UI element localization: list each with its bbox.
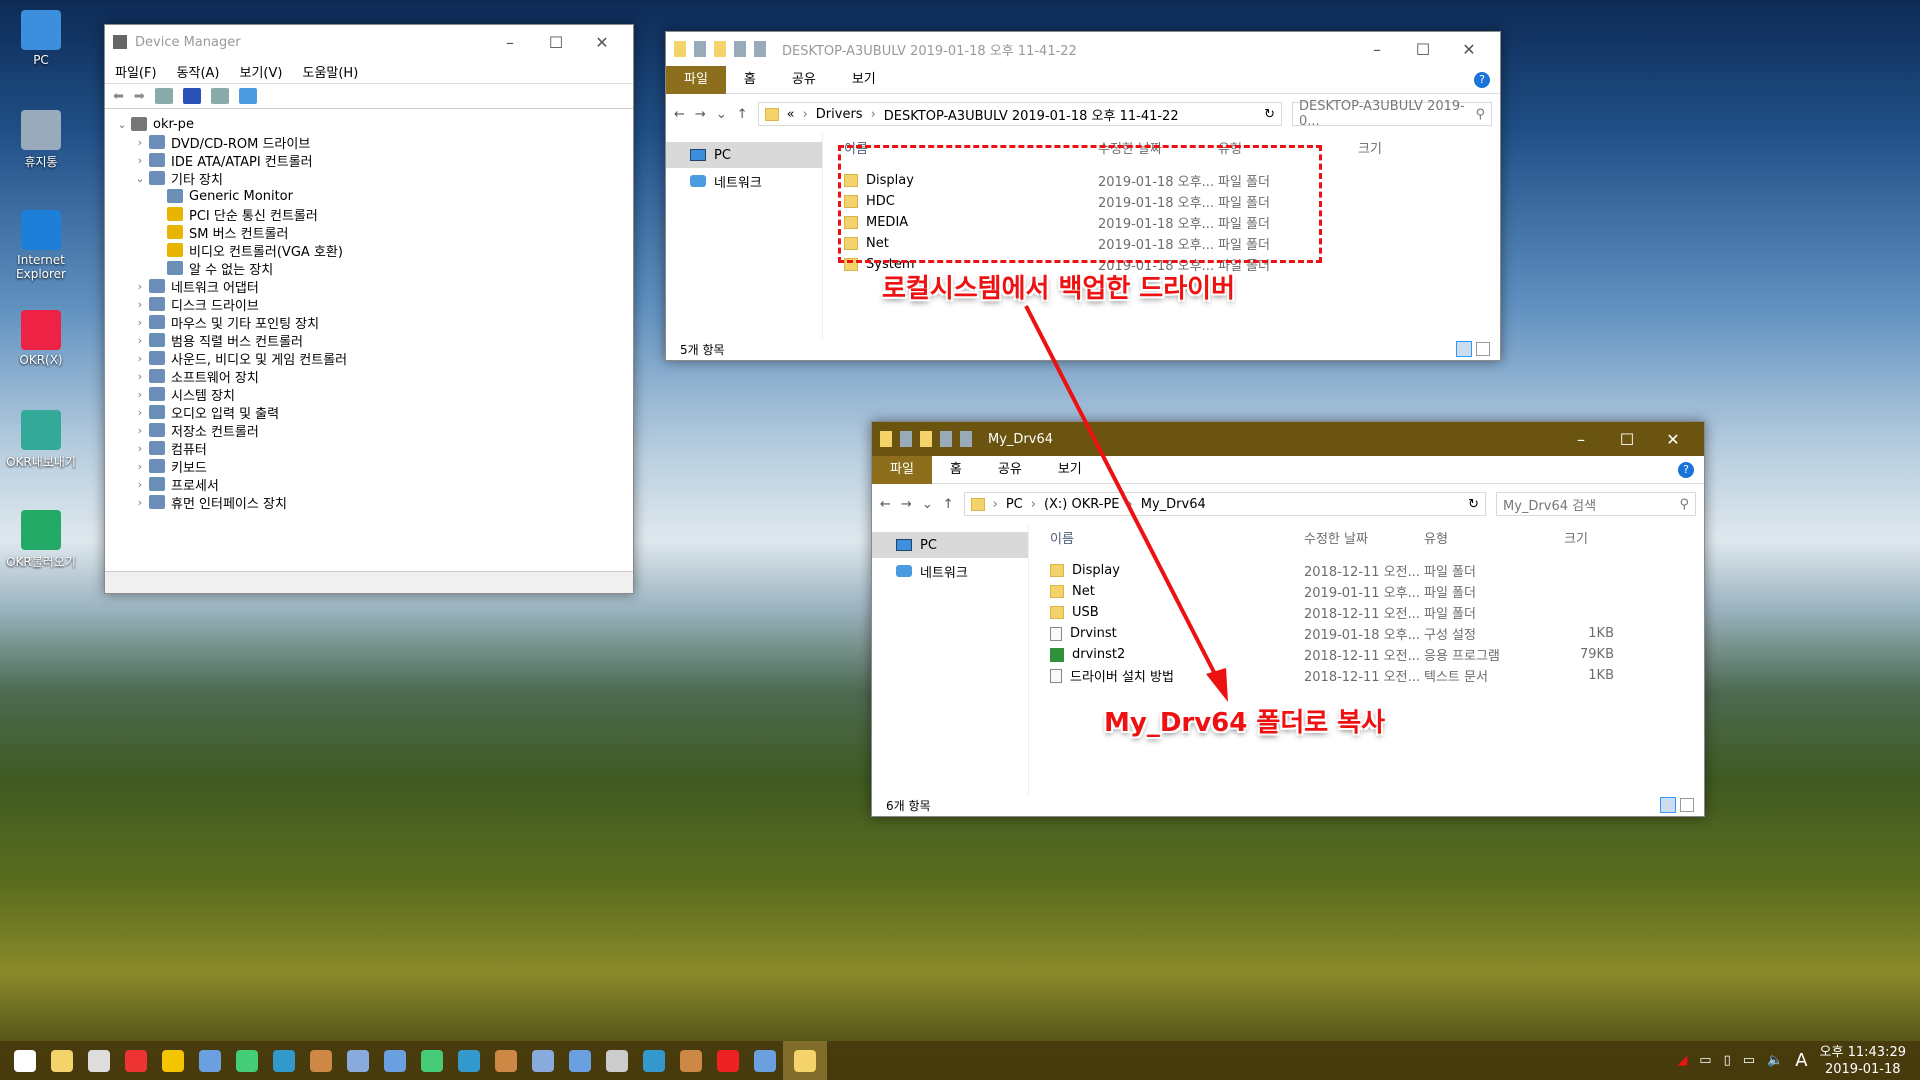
app-icon xyxy=(309,1049,332,1072)
network-status-icon[interactable]: ◢ xyxy=(1677,1053,1687,1068)
app-icon xyxy=(568,1049,591,1072)
taskbar-app[interactable] xyxy=(561,1041,598,1080)
taskbar-app[interactable] xyxy=(487,1041,524,1080)
file-explorer-active-icon xyxy=(794,1049,816,1072)
file-explorer-icon xyxy=(50,1049,73,1072)
taskbar-app[interactable] xyxy=(228,1041,265,1080)
network-icon[interactable]: ▭ xyxy=(1743,1053,1755,1068)
taskbar-app[interactable] xyxy=(746,1041,783,1080)
tools-icon xyxy=(605,1049,628,1072)
capture-icon xyxy=(87,1049,110,1072)
arrow-annotation xyxy=(1024,305,1228,702)
potplayer-icon xyxy=(161,1049,184,1072)
close-red-icon xyxy=(716,1049,739,1072)
taskbar-potplayer[interactable] xyxy=(154,1041,191,1080)
app-icon xyxy=(272,1049,295,1072)
taskbar: ◢ ▭ ▯ ▭ 🔈 A 오후 11:43:29 2019-01-18 xyxy=(0,1041,1920,1080)
clock[interactable]: 오후 11:43:29 2019-01-18 xyxy=(1820,1044,1906,1078)
anydesk-icon xyxy=(124,1049,147,1072)
app-icon xyxy=(494,1049,517,1072)
taskbar-start[interactable] xyxy=(6,1041,43,1080)
app-icon xyxy=(198,1049,221,1072)
app-icon xyxy=(346,1049,369,1072)
app-icon xyxy=(642,1049,665,1072)
app-icon xyxy=(457,1049,480,1072)
taskbar-app[interactable] xyxy=(191,1041,228,1080)
annotation-backup: 로컬시스템에서 백업한 드라이버 xyxy=(882,274,1235,304)
taskbar-anydesk[interactable] xyxy=(117,1041,154,1080)
taskbar-app[interactable] xyxy=(265,1041,302,1080)
app-icon xyxy=(420,1049,443,1072)
app-icon xyxy=(235,1049,258,1072)
start-icon xyxy=(13,1049,36,1072)
app-icon xyxy=(753,1049,776,1072)
app-icon xyxy=(531,1049,554,1072)
taskbar-app[interactable] xyxy=(450,1041,487,1080)
taskbar-file-explorer[interactable] xyxy=(43,1041,80,1080)
taskbar-app[interactable] xyxy=(302,1041,339,1080)
taskbar-capture[interactable] xyxy=(80,1041,117,1080)
app-icon xyxy=(383,1049,406,1072)
taskbar-app[interactable] xyxy=(339,1041,376,1080)
volume-icon[interactable]: 🔈 xyxy=(1767,1053,1783,1068)
taskbar-app[interactable] xyxy=(524,1041,561,1080)
annotation-copy: My_Drv64 폴더로 복사 xyxy=(1104,708,1386,738)
taskbar-app[interactable] xyxy=(635,1041,672,1080)
ime-indicator[interactable]: A xyxy=(1795,1050,1807,1071)
taskbar-file-explorer-active[interactable] xyxy=(783,1041,827,1080)
taskbar-app[interactable] xyxy=(672,1041,709,1080)
app-icon xyxy=(679,1049,702,1072)
taskbar-app[interactable] xyxy=(413,1041,450,1080)
usb-icon[interactable]: ▯ xyxy=(1724,1053,1731,1068)
taskbar-tools[interactable] xyxy=(598,1041,635,1080)
system-tray: ◢ ▭ ▯ ▭ 🔈 A 오후 11:43:29 2019-01-18 xyxy=(1677,1044,1920,1078)
taskbar-close-red[interactable] xyxy=(709,1041,746,1080)
display-icon[interactable]: ▭ xyxy=(1699,1053,1711,1068)
taskbar-app[interactable] xyxy=(376,1041,413,1080)
